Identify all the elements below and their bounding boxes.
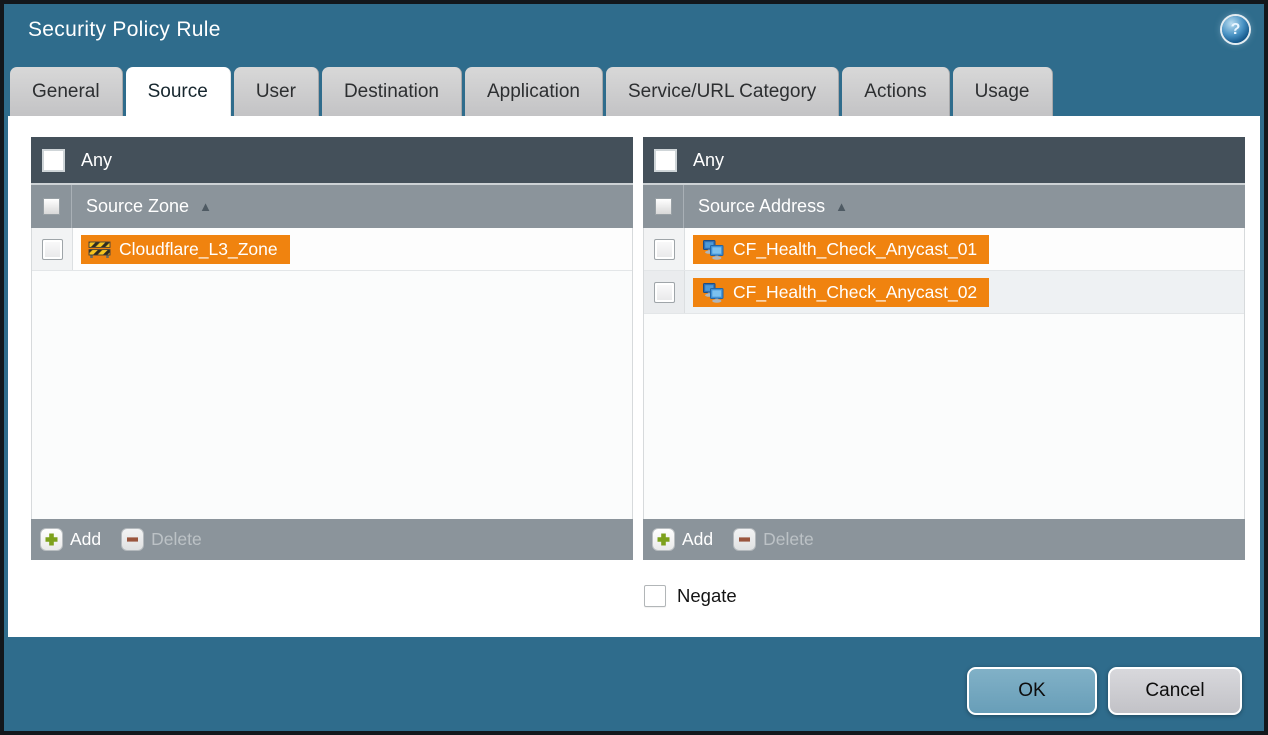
cancel-button[interactable]: Cancel (1108, 667, 1242, 715)
tab-source[interactable]: Source (126, 67, 231, 116)
row-checkbox[interactable] (654, 239, 675, 260)
source-zone-any-label: Any (81, 150, 112, 171)
security-policy-rule-dialog: Security Policy Rule ? General Source Us… (0, 0, 1268, 735)
source-zone-entry[interactable]: Cloudflare_L3_Zone (81, 235, 290, 264)
source-zone-column-header[interactable]: Source Zone (86, 196, 189, 217)
negate-label: Negate (677, 585, 737, 607)
source-address-select-all-checkbox[interactable] (655, 198, 672, 215)
tab-usage[interactable]: Usage (953, 67, 1053, 116)
source-zone-add-button[interactable]: Add (40, 528, 101, 551)
source-address-entry[interactable]: CF_Health_Check_Anycast_01 (693, 235, 989, 264)
address-icon (700, 239, 725, 260)
source-zone-delete-button[interactable]: Delete (121, 528, 202, 551)
source-address-toolbar: Add Delete (643, 519, 1245, 560)
source-zone-column-header-row: Source Zone ▲ (31, 183, 633, 228)
source-zone-list: Cloudflare_L3_Zone (31, 228, 633, 519)
dialog-title: Security Policy Rule (28, 18, 221, 42)
source-zone-panel: Any Source Zone ▲ (31, 137, 633, 560)
source-address-any-checkbox[interactable] (654, 149, 677, 172)
source-zone-any-row: Any (31, 137, 633, 183)
ok-button[interactable]: OK (967, 667, 1097, 715)
source-address-delete-button[interactable]: Delete (733, 528, 814, 551)
tab-actions[interactable]: Actions (842, 67, 949, 116)
source-tab-content: Any Source Zone ▲ (8, 116, 1260, 637)
address-icon (700, 282, 725, 303)
row-checkbox[interactable] (42, 239, 63, 260)
zone-icon (88, 240, 111, 259)
source-address-add-button[interactable]: Add (652, 528, 713, 551)
source-zone-select-all-checkbox[interactable] (43, 198, 60, 215)
source-address-entry[interactable]: CF_Health_Check_Anycast_02 (693, 278, 989, 307)
delete-minus-icon (733, 528, 756, 551)
delete-minus-icon (121, 528, 144, 551)
source-address-entry-label: CF_Health_Check_Anycast_01 (733, 239, 977, 260)
tab-general[interactable]: General (10, 67, 123, 116)
source-address-column-header-row: Source Address ▲ (643, 183, 1245, 228)
source-zone-any-checkbox[interactable] (42, 149, 65, 172)
source-address-any-row: Any (643, 137, 1245, 183)
negate-checkbox[interactable] (644, 585, 666, 607)
tab-bar: General Source User Destination Applicat… (10, 67, 1053, 116)
negate-option: Negate (644, 585, 737, 607)
source-address-column-header[interactable]: Source Address (698, 196, 825, 217)
sort-ascending-icon[interactable]: ▲ (835, 199, 848, 214)
table-row: Cloudflare_L3_Zone (32, 228, 632, 271)
table-row: CF_Health_Check_Anycast_02 (644, 271, 1244, 314)
source-zone-toolbar: Add Delete (31, 519, 633, 560)
source-address-entry-label: CF_Health_Check_Anycast_02 (733, 282, 977, 303)
tab-user[interactable]: User (234, 67, 319, 116)
help-icon[interactable]: ? (1222, 16, 1249, 43)
source-zone-entry-label: Cloudflare_L3_Zone (119, 239, 278, 260)
table-row: CF_Health_Check_Anycast_01 (644, 228, 1244, 271)
add-plus-icon (40, 528, 63, 551)
row-checkbox[interactable] (654, 282, 675, 303)
tab-application[interactable]: Application (465, 67, 603, 116)
source-address-list: CF_Health_Check_Anycast_01 (643, 228, 1245, 519)
tab-service-url-category[interactable]: Service/URL Category (606, 67, 839, 116)
tab-destination[interactable]: Destination (322, 67, 462, 116)
source-address-panel: Any Source Address ▲ (643, 137, 1245, 560)
sort-ascending-icon[interactable]: ▲ (199, 199, 212, 214)
add-plus-icon (652, 528, 675, 551)
source-address-any-label: Any (693, 150, 724, 171)
